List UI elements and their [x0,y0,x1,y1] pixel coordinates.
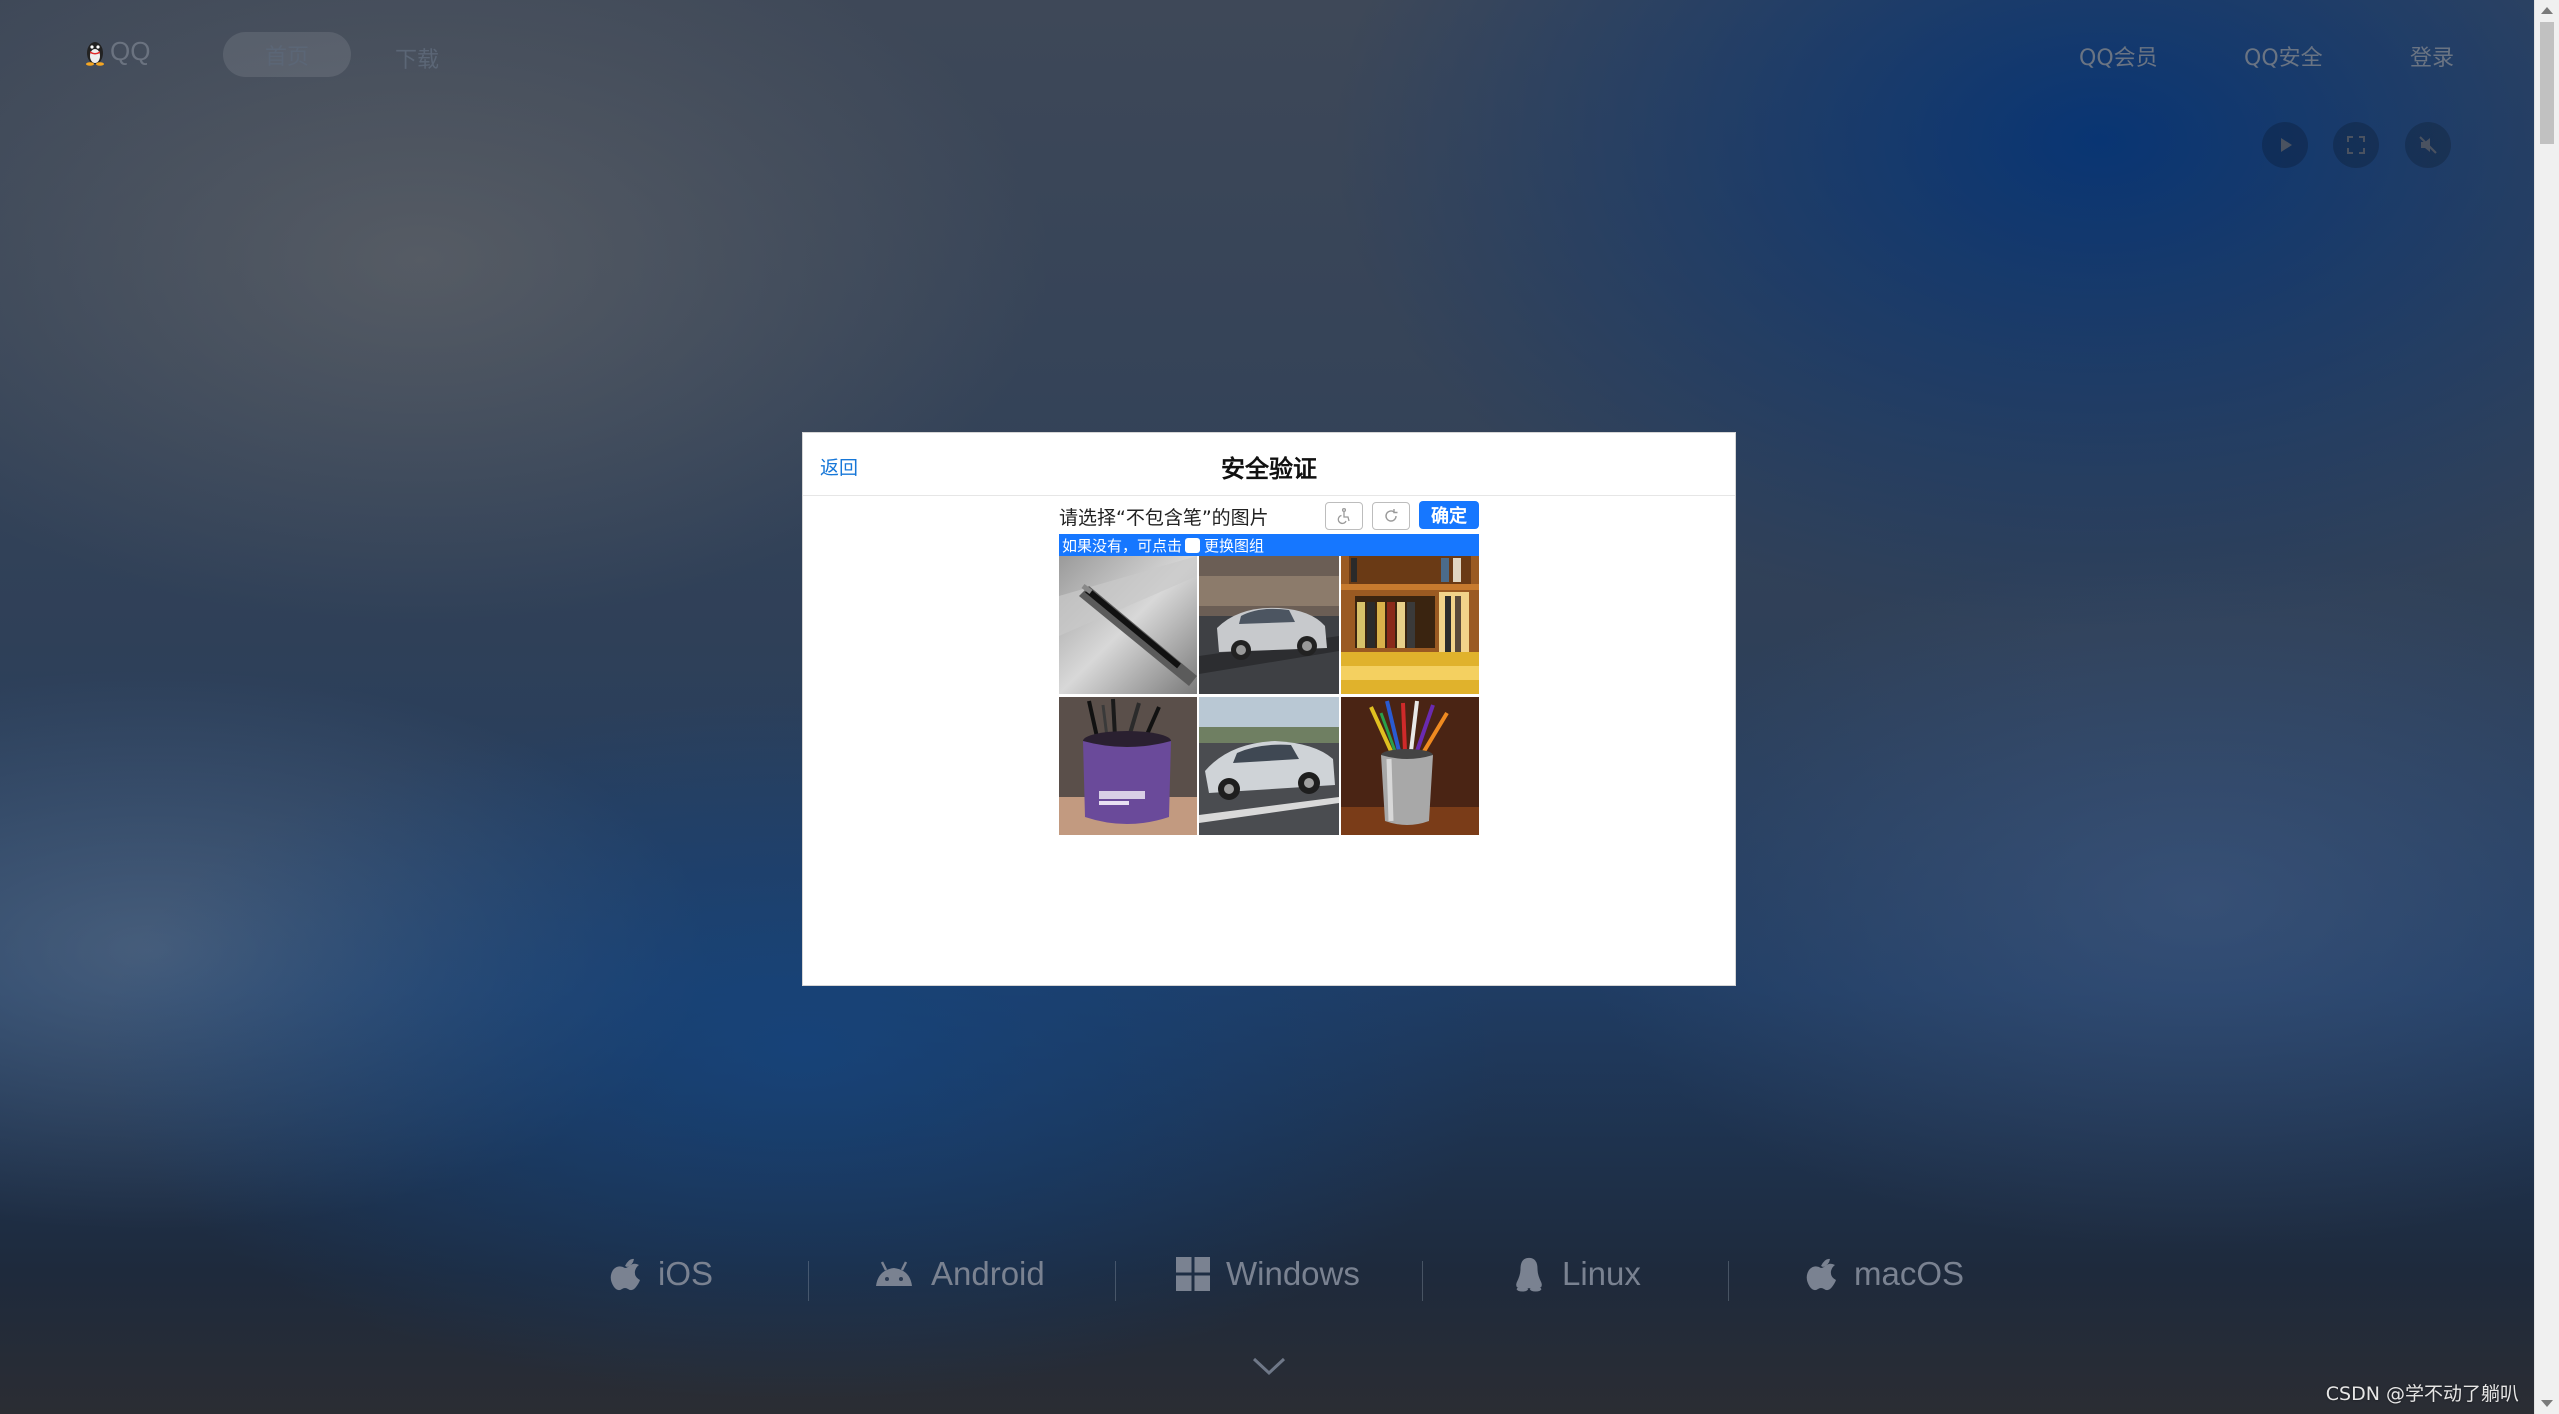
play-icon [2281,138,2292,152]
captcha-image-pens-in-holder[interactable] [1059,697,1197,835]
captcha-image-silver-car-parked[interactable] [1199,556,1339,694]
platform-macos[interactable]: macOS [1804,1255,1964,1293]
captcha-prompt: 请选择“不包含笔”的图片 [1059,507,1269,529]
qq-penguin-icon [86,41,104,66]
captcha-image-grid [1059,556,1479,836]
hint-text-before: 如果没有，可点击 [1062,536,1183,555]
platform-label-linux: Linux [1562,1255,1641,1292]
platform-label-windows: Windows [1226,1255,1360,1292]
refresh-mini-icon [1185,537,1201,553]
dialog-header: 返回 安全验证 [803,433,1735,496]
platform-label-ios: iOS [658,1255,714,1292]
platform-label-android: Android [931,1255,1045,1292]
apple-icon [610,1258,640,1291]
refresh-icon [1385,509,1398,522]
captcha-image-colored-pencils[interactable] [1341,697,1479,835]
apple-icon [1806,1258,1836,1291]
scroll-down-chevron-icon[interactable] [1251,1355,1287,1377]
platform-linux[interactable]: Linux [1512,1255,1641,1293]
accessibility-button[interactable] [1325,502,1363,530]
platform-windows[interactable]: Windows [1176,1255,1360,1293]
platform-divider [1115,1261,1116,1301]
platform-divider [1422,1261,1423,1301]
qq-logo[interactable]: QQ [84,36,150,67]
dialog-title: 安全验证 [1221,455,1317,483]
windows-icon [1176,1257,1210,1291]
platform-ios[interactable]: iOS [608,1255,713,1293]
linux-penguin-icon [1516,1257,1542,1292]
mute-button[interactable] [2405,122,2451,168]
top-nav: QQ 首页 下载 QQ会员 QQ安全 登录 [0,0,2535,110]
refresh-button[interactable] [1372,502,1410,530]
qq-homepage: QQ 首页 下载 QQ会员 QQ安全 登录 返回 安全验证 请选择“不包含笔”的… [0,0,2559,1414]
captcha-image-notebook-with-pen[interactable] [1059,556,1197,694]
android-icon [876,1261,912,1286]
nav-qq-security[interactable]: QQ安全 [2244,40,2323,72]
security-verification-dialog: 返回 安全验证 请选择“不包含笔”的图片 确定 如果没有，可点击 更换图组 [802,432,1736,986]
platform-divider [1728,1261,1729,1301]
mute-icon [2419,136,2437,154]
confirm-button[interactable]: 确定 [1419,501,1479,529]
captcha-image-car-on-road[interactable] [1199,697,1339,835]
change-images-hint[interactable]: 如果没有，可点击 更换图组 [1059,534,1479,556]
vertical-scrollbar[interactable] [2534,0,2559,1414]
platform-android[interactable]: Android [873,1255,1045,1293]
scroll-up-arrow-icon[interactable] [2541,7,2553,14]
scroll-thumb[interactable] [2540,22,2554,144]
nav-home[interactable]: 首页 [223,32,351,77]
fullscreen-icon [2347,136,2365,154]
play-button[interactable] [2262,122,2308,168]
platform-divider [808,1261,809,1301]
nav-login[interactable]: 登录 [2410,40,2454,72]
nav-qq-member[interactable]: QQ会员 [2079,40,2158,72]
scroll-down-arrow-icon[interactable] [2541,1400,2553,1407]
hint-text-after: 更换图组 [1204,536,1265,555]
accessibility-icon [1337,507,1350,525]
csdn-watermark: CSDN @学不动了躺叭 [2325,1383,2519,1405]
captcha-image-bookshelf[interactable] [1341,556,1479,694]
logo-text: QQ [110,36,151,66]
nav-download[interactable]: 下载 [395,42,439,74]
fullscreen-button[interactable] [2333,122,2379,168]
platform-label-macos: macOS [1854,1255,1965,1292]
